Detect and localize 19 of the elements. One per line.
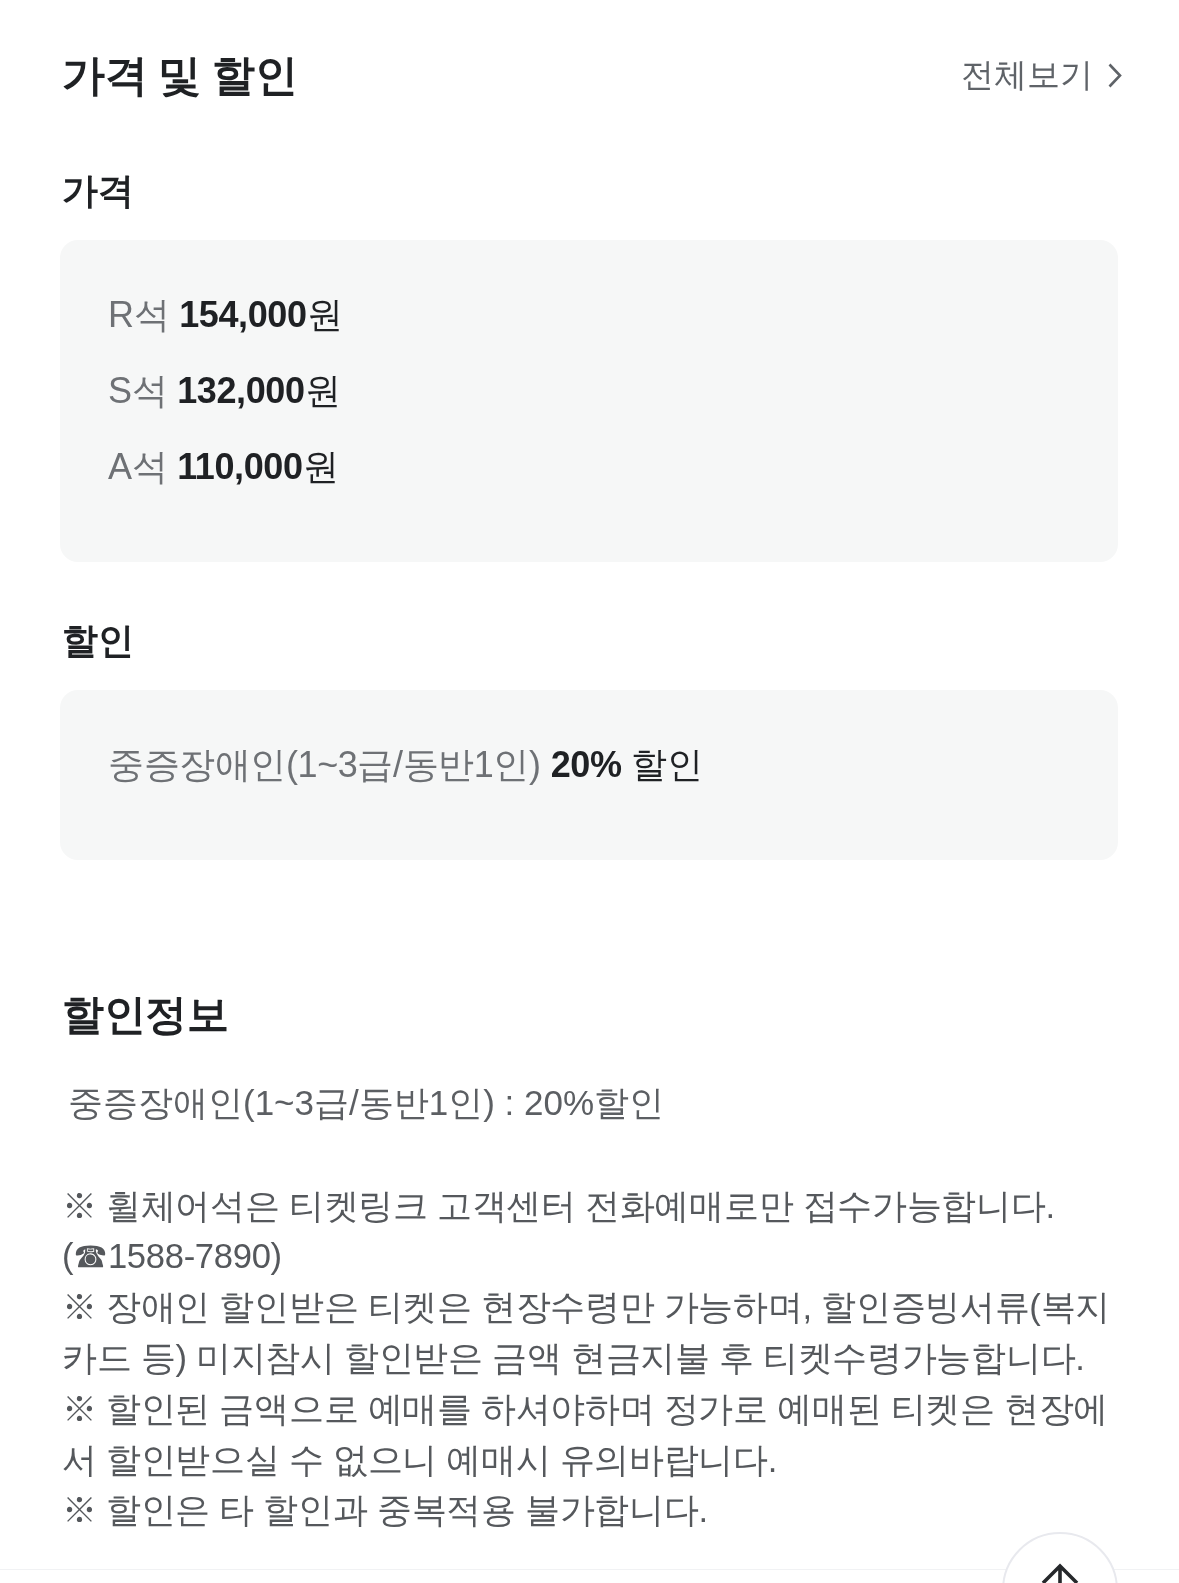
subsection-heading: 가격 [62,169,135,213]
notice-text: ※ 할인된 금액으로 예매를 하셔야하며 정가로 예매된 티켓은 현장에서 할인받으실 수 없으니 예매시 유의바랍니다. [62,1388,1110,1481]
price-value: 132,000원 [177,369,341,413]
section-title: 가격 및 할인 [62,50,298,101]
notice-text: ※ 휠체어석은 티켓링크 고객센터 전화예매로만 접수가능합니다. (☎1588-7890) [62,1185,1056,1278]
notice-text: ※ 할인은 타 할인과 중복적용 불가합니다. [62,1490,709,1532]
notice-text: ※ 장애인 할인받은 티켓은 현장수령만 가능하며, 할인증빙서류(복지카드 등) 미지참시 할인받은 금액 현금지불 후 티켓수령가능합니다. [62,1287,1111,1379]
seat-grade-label: A석 [108,445,168,489]
seat-grade-label: R석 [108,293,170,337]
section-title: 할인정보 [62,989,229,1040]
price-value: 154,000원 [179,293,343,337]
discount-rate-value: 20% 할인 [550,743,703,787]
view-all-link[interactable]: 전체보기 [961,53,1122,97]
chevron-right-icon [1108,62,1122,88]
price-value: 110,000원 [177,445,339,489]
discount-summary-text: 중증장애인(1~3급/동반1인) : 20%할인 [68,1082,666,1124]
discount-target-label: 중증장애인(1~3급/동반1인) [108,743,541,787]
seat-grade-label: S석 [108,369,168,413]
subsection-heading: 할인 [62,619,135,663]
